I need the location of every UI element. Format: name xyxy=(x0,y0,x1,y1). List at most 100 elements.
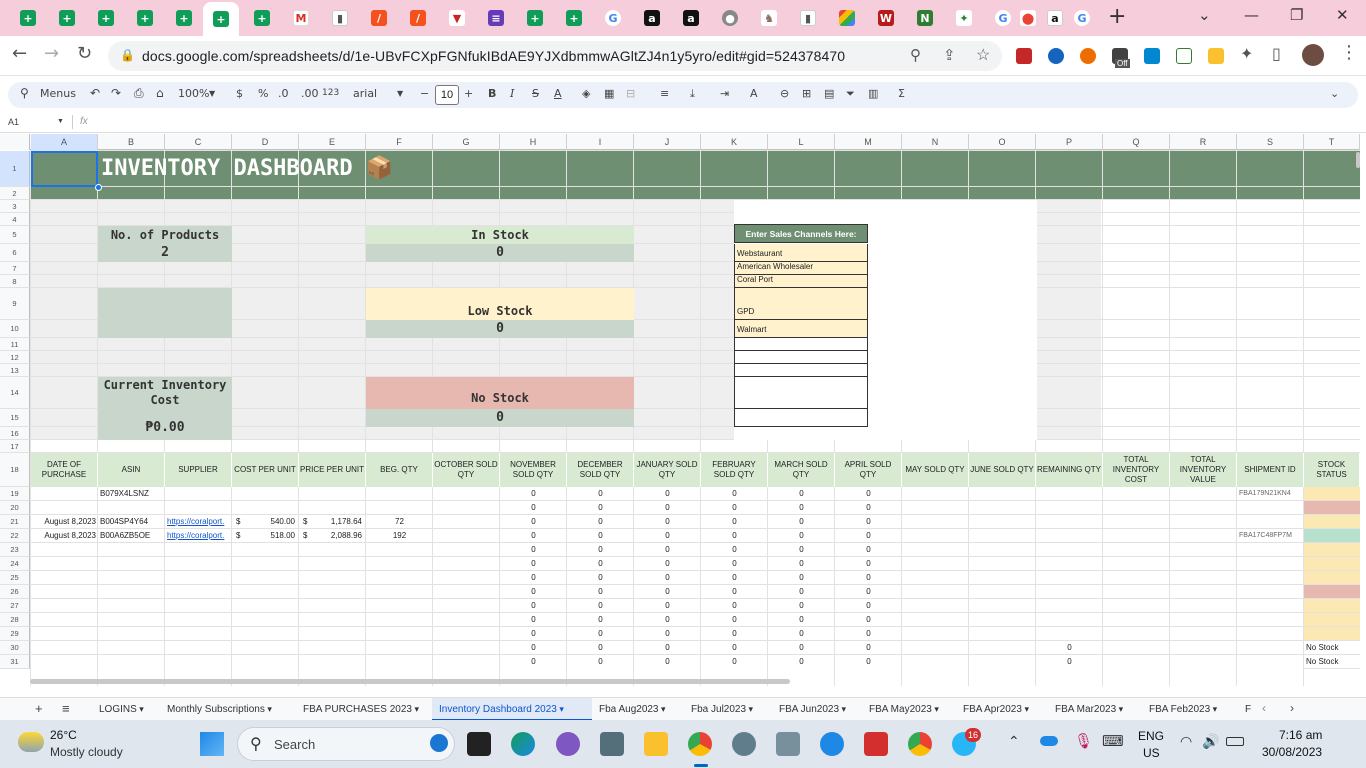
sheet-tab[interactable]: Inventory Dashboard 2023 ▾ xyxy=(432,698,592,721)
sales-channel-cell[interactable]: Walmart xyxy=(734,320,868,338)
table-cell-sold-qty[interactable]: 0 xyxy=(701,641,768,655)
table-cell-cost[interactable] xyxy=(232,627,299,641)
extension-icon[interactable] xyxy=(1016,48,1032,64)
table-cell-sold-qty[interactable]: 0 xyxy=(500,641,567,655)
table-cell-cost[interactable] xyxy=(232,543,299,557)
table-cell-sold-qty[interactable]: 0 xyxy=(701,529,768,543)
table-cell-beg-qty[interactable] xyxy=(366,655,433,669)
table-cell-beg-qty[interactable] xyxy=(366,487,433,501)
fill-color-icon[interactable]: ◈ xyxy=(582,88,590,99)
row-header[interactable]: 25 xyxy=(0,571,30,585)
maximize-icon[interactable]: ❐ xyxy=(1290,6,1303,24)
table-cell-sold-qty[interactable]: 0 xyxy=(567,571,634,585)
table-cell-date[interactable] xyxy=(31,557,98,571)
select-all-corner[interactable] xyxy=(0,134,30,150)
table-cell-sold-qty[interactable]: 0 xyxy=(701,655,768,669)
row-header[interactable]: 5 xyxy=(0,226,30,244)
row-header[interactable]: 6 xyxy=(0,244,30,262)
sales-channel-cell[interactable]: American Wholesaler xyxy=(734,262,868,275)
vertical-scrollbar[interactable] xyxy=(1356,152,1360,168)
column-header[interactable]: N xyxy=(902,134,969,150)
browser-tab[interactable]: ≡ xyxy=(478,4,514,32)
table-cell-price[interactable] xyxy=(299,557,366,571)
table-cell-sold-qty[interactable]: 0 xyxy=(567,501,634,515)
table-cell-sold-qty[interactable]: 0 xyxy=(634,557,701,571)
table-cell-shipment-id[interactable]: FBA17C48FP7M xyxy=(1237,529,1304,543)
insert-comment-icon[interactable]: ⊞ xyxy=(802,88,811,99)
table-cell-remaining[interactable] xyxy=(1036,487,1103,501)
table-cell-shipment-id[interactable] xyxy=(1237,571,1304,585)
table-header-cell[interactable]: TOTAL INVENTORY COST xyxy=(1103,453,1170,487)
column-header[interactable]: L xyxy=(768,134,835,150)
column-header[interactable]: S xyxy=(1237,134,1304,150)
column-header[interactable]: I xyxy=(567,134,634,150)
table-cell-supplier-link[interactable]: https://coralport. xyxy=(165,515,232,529)
side-panel-icon[interactable]: ▯ xyxy=(1272,46,1281,62)
table-cell-sold-qty[interactable]: 0 xyxy=(835,599,902,613)
calculator-icon[interactable] xyxy=(600,732,624,756)
column-header[interactable]: G xyxy=(433,134,500,150)
sheet-tab[interactable]: Fba Jul2023 ▾ xyxy=(684,698,764,721)
extension-icon[interactable] xyxy=(1176,48,1192,64)
table-cell-sold-qty[interactable]: 0 xyxy=(567,627,634,641)
table-cell-sold-qty[interactable]: 0 xyxy=(500,515,567,529)
close-icon[interactable]: ✕ xyxy=(1336,6,1349,24)
row-header[interactable]: 19 xyxy=(0,487,30,501)
column-header[interactable]: D xyxy=(232,134,299,150)
table-cell-sold-qty[interactable]: 0 xyxy=(634,501,701,515)
table-cell-sold-qty[interactable]: 0 xyxy=(835,515,902,529)
row-header[interactable]: 2 xyxy=(0,187,30,200)
bold-button[interactable]: B xyxy=(488,88,496,99)
print-icon[interactable]: ⎙ xyxy=(134,87,144,99)
table-cell-remaining[interactable] xyxy=(1036,515,1103,529)
weather-temp[interactable]: 26°C xyxy=(50,728,77,742)
sheet-tab[interactable]: FBA May2023 ▾ xyxy=(862,698,950,721)
table-cell-sold-qty[interactable]: 0 xyxy=(567,557,634,571)
browser-tab[interactable]: G xyxy=(595,4,631,32)
table-cell-cost[interactable]: 540.00 xyxy=(232,515,299,529)
row-header[interactable]: 30 xyxy=(0,641,30,655)
sheet-tab[interactable]: LOGINS ▾ xyxy=(92,698,162,721)
table-cell-sold-qty[interactable]: 0 xyxy=(701,627,768,641)
taskbar-search[interactable]: ⚲ Search xyxy=(237,727,455,761)
column-header[interactable]: R xyxy=(1170,134,1237,150)
table-cell-sold-qty[interactable]: 0 xyxy=(500,599,567,613)
browser-tab[interactable]: + xyxy=(166,4,202,32)
functions-button[interactable]: Σ xyxy=(898,88,905,99)
sales-channel-cell[interactable] xyxy=(734,338,868,351)
table-header-cell[interactable]: NOVEMBER SOLD QTY xyxy=(500,453,567,487)
table-cell-sold-qty[interactable]: 0 xyxy=(768,487,835,501)
table-cell-sold-qty[interactable]: 0 xyxy=(500,571,567,585)
table-cell-sold-qty[interactable]: 0 xyxy=(634,655,701,669)
table-cell-cost[interactable] xyxy=(232,641,299,655)
table-cell-sold-qty[interactable]: 0 xyxy=(634,529,701,543)
table-cell-supplier-link[interactable] xyxy=(165,613,232,627)
table-cell-sold-qty[interactable]: 0 xyxy=(701,613,768,627)
table-cell-date[interactable] xyxy=(31,501,98,515)
table-cell-remaining[interactable] xyxy=(1036,557,1103,571)
table-cell-price[interactable] xyxy=(299,627,366,641)
table-cell-cost[interactable]: 518.00 xyxy=(232,529,299,543)
table-cell-sold-qty[interactable]: 0 xyxy=(634,571,701,585)
sheet-tab[interactable]: FBA Feb2023 ▾ xyxy=(1142,698,1238,721)
row-header[interactable]: 15 xyxy=(0,409,30,427)
row-header[interactable]: 24 xyxy=(0,557,30,571)
table-cell-supplier-link[interactable] xyxy=(165,599,232,613)
table-cell-sold-qty[interactable]: 0 xyxy=(567,543,634,557)
table-cell-sold-qty[interactable]: 0 xyxy=(701,599,768,613)
sales-channel-cell[interactable] xyxy=(734,351,868,364)
row-header[interactable]: 29 xyxy=(0,627,30,641)
row-header[interactable]: 9 xyxy=(0,288,30,320)
table-cell-date[interactable] xyxy=(31,599,98,613)
row-header[interactable]: 1 xyxy=(0,151,30,187)
extension-icon[interactable] xyxy=(1080,48,1096,64)
table-cell-sold-qty[interactable]: 0 xyxy=(701,557,768,571)
table-header-cell[interactable]: JUNE SOLD QTY xyxy=(969,453,1036,487)
table-cell-sold-qty[interactable]: 0 xyxy=(835,557,902,571)
sheet-tab-chevron-icon[interactable]: ▾ xyxy=(932,704,939,714)
table-header-cell[interactable]: MARCH SOLD QTY xyxy=(768,453,835,487)
table-cell-shipment-id[interactable] xyxy=(1237,515,1304,529)
task-view-icon[interactable] xyxy=(467,732,491,756)
table-cell-sold-qty[interactable]: 0 xyxy=(567,655,634,669)
table-cell-asin[interactable]: B004SP4Y64 xyxy=(98,515,165,529)
